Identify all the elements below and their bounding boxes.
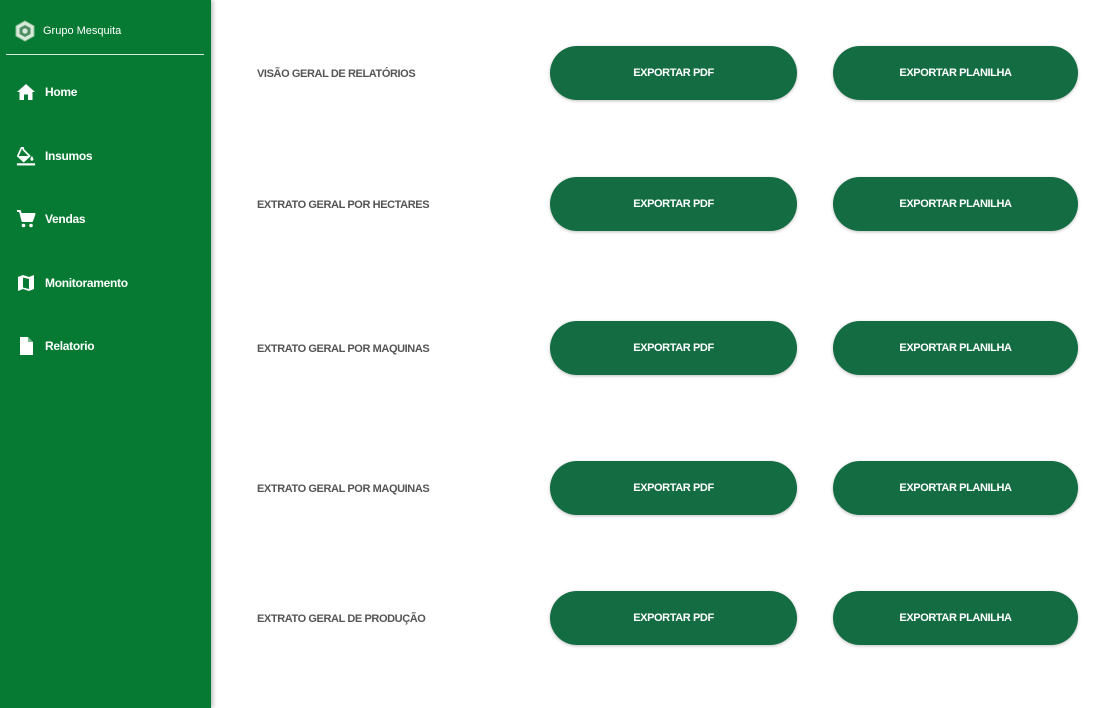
export-spreadsheet-button[interactable]: EXPORTAR PLANILHA [833,46,1078,100]
export-pdf-button[interactable]: EXPORTAR PDF [550,46,797,100]
report-row: EXTRATO GERAL POR MAQUINAS EXPORTAR PDF … [211,461,1112,517]
report-label: EXTRATO GERAL POR MAQUINAS [257,483,430,495]
brand[interactable]: Grupo Mesquita [14,20,121,42]
export-pdf-button[interactable]: EXPORTAR PDF [550,321,797,375]
shopping-cart-icon [16,209,36,229]
sidebar-item-vendas[interactable]: Vendas [16,209,86,229]
sidebar-item-home[interactable]: Home [16,82,77,102]
export-pdf-button[interactable]: EXPORTAR PDF [550,461,797,515]
sidebar-item-label: Monitoramento [45,276,128,290]
export-spreadsheet-button[interactable]: EXPORTAR PLANILHA [833,177,1078,231]
file-icon [16,336,36,356]
sidebar-item-label: Insumos [45,149,93,163]
brand-name: Grupo Mesquita [43,25,122,37]
sidebar-item-relatorio[interactable]: Relatorio [16,336,95,356]
report-row: EXTRATO GERAL POR MAQUINAS EXPORTAR PDF … [211,321,1112,377]
export-spreadsheet-button[interactable]: EXPORTAR PLANILHA [833,321,1078,375]
sidebar: Grupo Mesquita Home Insumos Vendas Monit… [0,0,211,708]
app-window: Grupo Mesquita Home Insumos Vendas Monit… [0,0,1112,708]
home-icon [16,82,36,102]
report-label: EXTRATO GERAL POR MAQUINAS [257,343,430,355]
report-row: VISÃO GERAL DE RELATÓRIOS EXPORTAR PDF E… [211,46,1112,102]
export-pdf-button[interactable]: EXPORTAR PDF [550,177,797,231]
export-pdf-button[interactable]: EXPORTAR PDF [550,591,797,645]
paint-bucket-icon [16,146,36,166]
sidebar-item-label: Relatorio [45,339,95,353]
brand-divider [6,54,204,55]
report-label: EXTRATO GERAL POR HECTARES [257,199,430,211]
report-label: VISÃO GERAL DE RELATÓRIOS [257,68,416,80]
map-icon [16,273,36,293]
sidebar-item-label: Home [45,85,78,99]
reports-panel: VISÃO GERAL DE RELATÓRIOS EXPORTAR PDF E… [211,0,1112,708]
export-spreadsheet-button[interactable]: EXPORTAR PLANILHA [833,591,1078,645]
sidebar-item-label: Vendas [45,212,86,226]
report-row: EXTRATO GERAL DE PRODUÇÃO EXPORTAR PDF E… [211,591,1112,647]
export-spreadsheet-button[interactable]: EXPORTAR PLANILHA [833,461,1078,515]
sidebar-item-monitoramento[interactable]: Monitoramento [16,273,128,293]
sidebar-item-insumos[interactable]: Insumos [16,146,93,166]
logo-icon [14,20,36,42]
report-label: EXTRATO GERAL DE PRODUÇÃO [257,613,426,625]
report-row: EXTRATO GERAL POR HECTARES EXPORTAR PDF … [211,177,1112,233]
